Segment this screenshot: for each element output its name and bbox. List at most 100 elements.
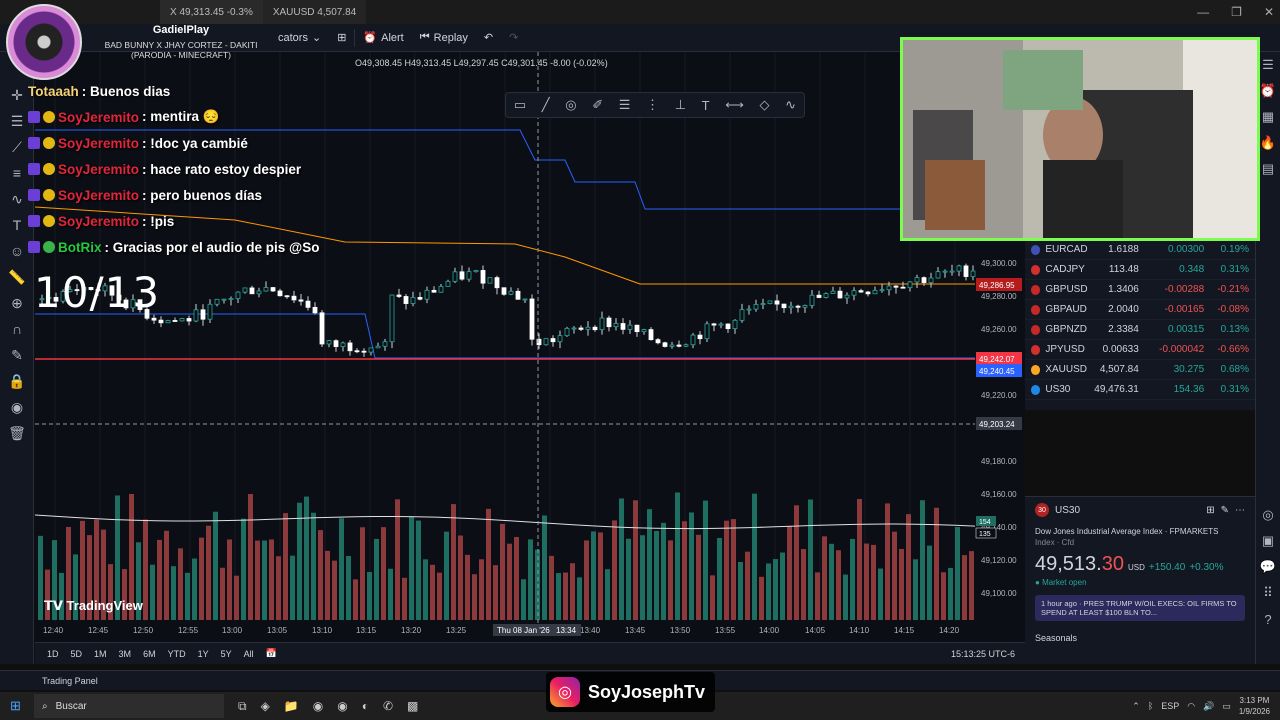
chat-username: SoyJeremito [58, 135, 140, 151]
undo-button[interactable]: ↶ [476, 24, 501, 52]
candle-body [788, 305, 794, 309]
watchlist-row[interactable]: GBPUSD 1.3406 -0.00288 -0.21% [1025, 280, 1255, 300]
volume-bar [409, 516, 414, 620]
zoom-icon[interactable]: ⊕ [0, 290, 34, 316]
language-indicator[interactable]: ESP [1161, 701, 1179, 711]
watchlist-row[interactable]: GBPAUD 2.0040 -0.00165 -0.08% [1025, 300, 1255, 320]
maximize-icon[interactable]: ❐ [1231, 5, 1242, 19]
volume-bar [710, 575, 715, 620]
chat-icon[interactable]: 💬 [1256, 554, 1280, 580]
tradingview-watermark: 𝗧𝗩 TradingView [44, 598, 143, 614]
line-tool-icon[interactable]: ╱ [542, 97, 550, 113]
indicators-button[interactable]: cators ⌄ [270, 24, 329, 52]
range-button-1y[interactable]: 1Y [198, 649, 209, 659]
magnet-icon[interactable]: ∩ [0, 316, 34, 342]
trash-icon[interactable]: 🗑 [0, 420, 34, 446]
watch-change-pct: 0.13% [1220, 324, 1249, 335]
watchlist-row[interactable]: XAUUSD 4,507.84 30.275 0.68% [1025, 360, 1255, 380]
volume-bar [430, 564, 435, 620]
news-headline[interactable]: 1 hour ago · PRES TRUMP W/OIL EXECS: OIL… [1035, 595, 1245, 621]
alert-button[interactable]: ⏰ Alert [355, 24, 411, 52]
apps-icon[interactable]: ⠿ [1256, 580, 1280, 606]
fib-retracement-icon[interactable]: ☰ [619, 97, 631, 113]
range-button-5d[interactable]: 5D [71, 649, 83, 659]
volume-icon[interactable]: 🔊 [1203, 701, 1214, 712]
watchlist-row[interactable]: JPYUSD 0.00633 -0.000042 -0.66% [1025, 340, 1255, 360]
utc-clock[interactable]: 15:13:25 UTC-6 [951, 649, 1015, 659]
volume-bar [332, 560, 337, 620]
chat-username: BotRix [58, 239, 102, 255]
chat-text: : !pis [142, 213, 175, 229]
rectangle-tool-icon[interactable]: ▭ [514, 97, 526, 113]
channel-tool-icon[interactable]: ⋮ [646, 97, 659, 113]
text-icon[interactable]: T [702, 98, 710, 113]
discord-icon[interactable]: ◐ [362, 699, 369, 714]
range-button-1m[interactable]: 1M [94, 649, 107, 659]
candle-body [389, 294, 395, 343]
copilot-icon[interactable]: ◈ [261, 699, 270, 714]
watchlist-row[interactable]: CADJPY 113.48 0.348 0.31% [1025, 260, 1255, 280]
candle-body [200, 309, 206, 320]
watchlist-row[interactable]: US30 49,476.31 154.36 0.31% [1025, 380, 1255, 400]
price-change: +150.40 [1148, 562, 1186, 573]
volume-bar [577, 577, 582, 620]
range-button-3m[interactable]: 3M [119, 649, 132, 659]
watchlist-row[interactable]: EURCAD 1.6188 0.00300 0.19% [1025, 240, 1255, 260]
bluetooth-icon[interactable]: ᛒ [1148, 701, 1153, 711]
arrow-tool-icon[interactable]: ⟷ [725, 97, 744, 113]
help-icon[interactable]: ? [1256, 606, 1280, 632]
layouts-button[interactable]: ⊞ [329, 24, 354, 52]
wave-tool-icon[interactable]: ∿ [785, 97, 796, 113]
range-button-6m[interactable]: 6M [143, 649, 156, 659]
circle-tool-icon[interactable]: ◎ [565, 97, 576, 113]
range-button-all[interactable]: All [244, 649, 254, 659]
trading-panel-tab[interactable]: Trading Panel [42, 676, 98, 686]
edit-icon[interactable]: ✎ [1221, 505, 1229, 516]
windows-start-icon[interactable]: ⊞ [10, 698, 21, 714]
battery-icon[interactable]: ▭ [1222, 701, 1231, 712]
candle-body [956, 265, 962, 272]
target-icon[interactable]: ◎ [1256, 502, 1280, 528]
candle-body [438, 286, 444, 293]
layers-icon[interactable]: ▣ [1256, 528, 1280, 554]
volume-bar [423, 559, 428, 620]
measure-tool-icon[interactable]: ⊥ [675, 97, 686, 113]
minecraft-icon[interactable]: ▩ [407, 699, 418, 714]
close-icon[interactable]: ✕ [1264, 5, 1274, 19]
volume-ma-label: 135 [979, 531, 991, 538]
brush-tool-icon[interactable]: ✐ [592, 97, 603, 113]
taskbar-clock[interactable]: 3:13 PM 1/9/2026 [1239, 695, 1270, 717]
wifi-icon[interactable]: ◠ [1187, 701, 1195, 712]
details-symbol[interactable]: US30 [1055, 505, 1080, 516]
whatsapp-icon[interactable]: ✆ [383, 699, 393, 714]
chevron-down-icon: ⌄ [311, 32, 322, 44]
browser-tab-xauusd[interactable]: XAUUSD 4,507.84 [262, 0, 367, 24]
replay-button[interactable]: ⏮ Replay [412, 24, 476, 52]
grid-icon[interactable]: ⊞ [1206, 505, 1214, 516]
broker-name[interactable]: FPMARKETS [1170, 527, 1219, 536]
range-button-5y[interactable]: 5Y [221, 649, 232, 659]
chrome-2-icon[interactable]: ◉ [337, 699, 347, 714]
redo-button[interactable]: ↷ [501, 24, 526, 52]
seasonals-heading[interactable]: Seasonals [1025, 627, 1255, 649]
chrome-icon[interactable]: ◉ [313, 699, 323, 714]
volume-bar [626, 538, 631, 620]
goto-date-icon[interactable]: 📅 [266, 648, 277, 659]
candle-body [340, 342, 346, 347]
more-icon[interactable]: ⋯ [1235, 505, 1245, 516]
range-button-1d[interactable]: 1D [47, 649, 59, 659]
taskbar-search[interactable]: ⌕ Buscar [34, 694, 224, 718]
tray-chevron-icon[interactable]: ⌃ [1132, 701, 1140, 712]
watchlist-row[interactable]: GBPNZD 2.3384 0.00315 0.13% [1025, 320, 1255, 340]
lock-icon[interactable]: 🔒 [0, 368, 34, 394]
task-view-icon[interactable]: ⧉ [238, 699, 247, 714]
ruler-tool-icon[interactable]: 📏 [0, 264, 34, 290]
minimize-icon[interactable]: — [1197, 5, 1209, 19]
range-button-ytd[interactable]: YTD [168, 649, 186, 659]
pencil-lock-icon[interactable]: ✎ [0, 342, 34, 368]
market-status: ● Market open [1035, 578, 1087, 587]
file-explorer-icon[interactable]: 📁 [284, 699, 299, 714]
volume-bar [556, 573, 561, 620]
diamond-tool-icon[interactable]: ◇ [760, 97, 770, 113]
eye-icon[interactable]: ◉ [0, 394, 34, 420]
